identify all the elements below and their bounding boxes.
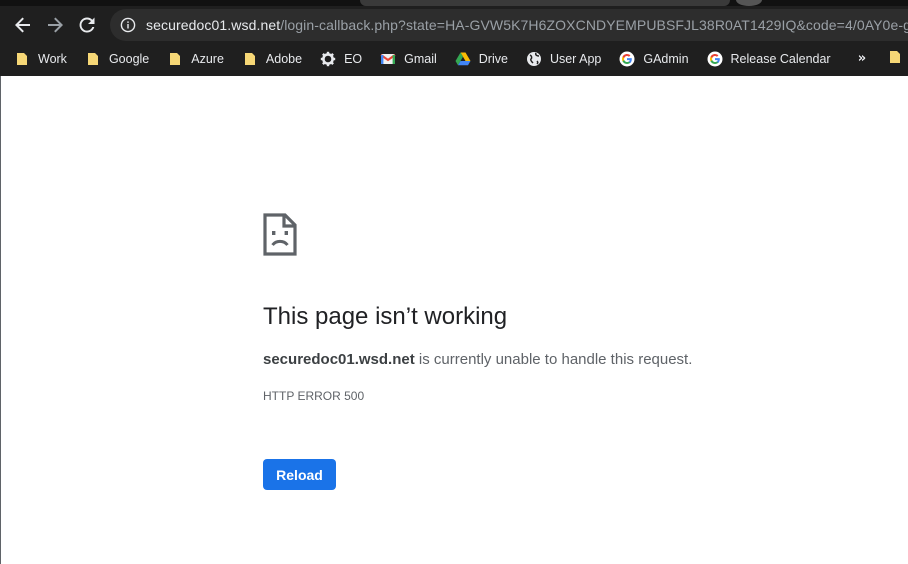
forward-button[interactable] (40, 10, 70, 40)
refresh-icon (79, 17, 95, 33)
double-chevron-right-icon: » (857, 50, 867, 66)
error-code: HTTP ERROR 500 (263, 389, 365, 403)
bookmark-label: Drive (478, 52, 508, 66)
url-host: securedoc01.wsd.net (146, 17, 281, 33)
address-bar[interactable]: securedoc01.wsd.net/login-callback.php?s… (110, 9, 908, 41)
folder-icon (14, 51, 30, 67)
reload-button[interactable]: Reload (263, 459, 336, 490)
folder-icon (167, 51, 183, 67)
drive-icon (455, 51, 471, 67)
bookmark-google[interactable]: Google (85, 47, 149, 71)
reload-page-button[interactable] (72, 10, 102, 40)
bookmark-label: Adobe (265, 52, 303, 66)
bookmark-gmail[interactable]: Gmail (380, 47, 437, 71)
bookmark-work[interactable]: Work (14, 47, 67, 71)
bookmark-release-calendar[interactable]: Release Calendar (707, 47, 831, 71)
bookmark-drive[interactable]: Drive (455, 47, 508, 71)
bookmark-eo[interactable]: EO (320, 47, 362, 71)
gmail-icon (380, 51, 396, 67)
more-bookmarks-button[interactable]: » (853, 49, 869, 67)
sad-page-icon (263, 213, 297, 256)
folder-icon (85, 51, 101, 67)
folder-icon[interactable] (888, 50, 902, 64)
bookmark-label: EO (344, 52, 363, 66)
back-button[interactable] (8, 10, 38, 40)
toolbar: securedoc01.wsd.net/login-callback.php?s… (0, 6, 908, 44)
google-icon (707, 51, 723, 67)
bookmark-label: Work (38, 52, 67, 66)
browser-chrome: securedoc01.wsd.net/login-callback.php?s… (0, 0, 908, 76)
folder-icon (242, 51, 258, 67)
arrow-left-icon (15, 17, 30, 33)
error-host: securedoc01.wsd.net (263, 351, 415, 368)
bookmark-label: Gmail (404, 52, 437, 66)
bookmark-gadmin[interactable]: GAdmin (619, 47, 689, 71)
error-message: is currently unable to handle this reque… (414, 351, 693, 368)
bookmark-label: User App (549, 52, 602, 66)
bookmark-user-app[interactable]: User App (526, 47, 601, 71)
bookmark-label: Release Calendar (730, 52, 831, 66)
gear-icon (320, 51, 336, 67)
bookmark-label: Azure (191, 52, 224, 66)
bookmarks-bar: Work Google Azure Adobe EO Gmail Drive U… (0, 44, 908, 74)
bookmark-azure[interactable]: Azure (167, 47, 224, 71)
bookmark-label: Google (108, 52, 150, 66)
error-description: securedoc01.wsd.net is currently unable … (263, 351, 692, 368)
error-title: This page isn’t working (263, 303, 508, 330)
url-text: securedoc01.wsd.net/login-callback.php?s… (146, 17, 908, 33)
url-path: /login-callback.php?state=HA-GVW5K7H6ZOX… (280, 17, 908, 33)
arrow-right-icon (48, 17, 63, 33)
bookmark-adobe[interactable]: Adobe (242, 47, 302, 71)
google-icon (619, 51, 635, 67)
bookmark-label: GAdmin (643, 52, 689, 66)
info-icon[interactable] (120, 17, 136, 33)
globe-icon (526, 51, 542, 67)
